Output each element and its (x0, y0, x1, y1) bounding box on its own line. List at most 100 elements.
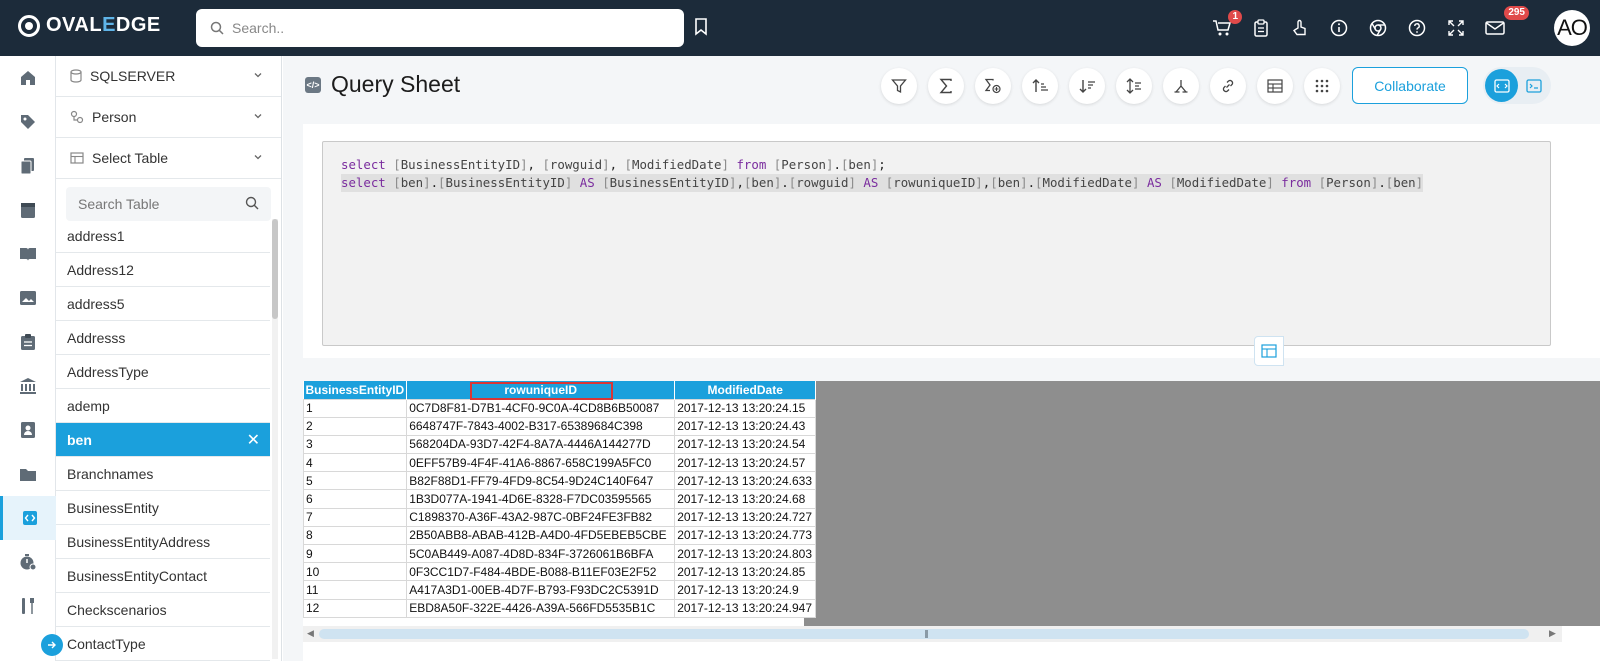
table-list-item[interactable]: Address12 (56, 253, 270, 287)
table-cell[interactable]: A417A3D1-00EB-4D7F-B793-F93DC2C5391D (406, 580, 676, 600)
sort-button[interactable] (1116, 68, 1152, 104)
table-cell[interactable]: 12 (302, 598, 408, 618)
table-row[interactable]: 1 0C7D8F81-D7B1-4CF0-9C0A-4CD8B6B50087 201… (302, 398, 817, 418)
table-search-input[interactable] (78, 196, 238, 212)
nav-folders[interactable] (0, 452, 56, 496)
join-button[interactable] (1163, 68, 1199, 104)
table-cell[interactable]: 2017-12-13 13:20:24.803 (674, 543, 817, 564)
table-list-item[interactable]: Addresss (56, 321, 270, 355)
results-horizontal-scrollbar[interactable]: ◀ ▶ (303, 626, 1562, 642)
table-cell[interactable]: 4 (302, 453, 408, 473)
nav-admin[interactable] (0, 584, 56, 628)
table-list-item[interactable]: BusinessEntityContact (56, 559, 270, 593)
table-list-item[interactable]: ContactType (56, 627, 270, 661)
table-cell[interactable]: EBD8A50F-322E-4426-A39A-566FD5535B1C (406, 598, 676, 618)
table-row[interactable]: 11 A417A3D1-00EB-4D7F-B793-F93DC2C5391D 20… (302, 580, 817, 600)
link-button[interactable] (1210, 68, 1246, 104)
info-button[interactable] (1323, 12, 1355, 44)
editor-view-toggle[interactable] (1485, 69, 1518, 102)
sort-desc-button[interactable] (1069, 68, 1105, 104)
console-view-toggle[interactable] (1517, 69, 1550, 102)
table-cell[interactable]: 8 (302, 525, 408, 546)
fullscreen-button[interactable] (1440, 12, 1472, 44)
table-row[interactable]: 6 1B3D077A-1941-4D6E-8328-F7DC03595565 201… (302, 489, 817, 509)
table-row[interactable]: 7 C1898370-A36F-43A2-987C-0BF24FE3FB82 201… (302, 507, 817, 527)
table-cell[interactable]: 2017-12-13 13:20:24.15 (674, 398, 817, 418)
more-options-button[interactable] (1304, 68, 1340, 104)
sql-editor[interactable]: select [BusinessEntityID], [rowguid], [M… (322, 141, 1551, 346)
table-cell[interactable]: 3 (302, 434, 408, 455)
nav-reports[interactable] (0, 276, 56, 320)
table-search[interactable] (66, 187, 271, 221)
help-button[interactable] (1401, 12, 1433, 44)
scroll-left-icon[interactable]: ◀ (307, 628, 314, 639)
table-cell[interactable]: 2017-12-13 13:20:24.773 (674, 525, 817, 546)
table-row[interactable]: 5 B82F88D1-FF79-4FD9-8C54-9D24C140F647 201… (302, 471, 817, 491)
table-view-button[interactable] (1257, 68, 1293, 104)
table-cell[interactable]: 6 (302, 489, 408, 509)
table-cell[interactable]: C1898370-A36F-43A2-987C-0BF24FE3FB82 (406, 507, 676, 527)
table-list-scrollbar[interactable] (272, 219, 278, 659)
table-list-item[interactable]: Branchnames (56, 457, 270, 491)
table-list-item[interactable]: BusinessEntityAddress (56, 525, 270, 559)
table-cell[interactable]: 7 (302, 507, 408, 527)
table-cell[interactable]: 2017-12-13 13:20:24.54 (674, 434, 817, 455)
table-row[interactable]: 8 2B50ABB8-ABAB-412B-A4D0-4FD5EBEB5CBE 201… (302, 525, 817, 546)
table-cell[interactable]: 2 (302, 416, 408, 436)
column-header[interactable]: ModifiedDate (674, 381, 817, 399)
table-cell[interactable]: 10 (302, 562, 408, 582)
formula-button[interactable] (975, 68, 1011, 104)
schema-dropdown[interactable]: Person (56, 97, 281, 138)
nav-contacts[interactable] (0, 408, 56, 452)
table-cell[interactable]: 11 (302, 580, 408, 600)
cart-button[interactable]: 1 (1206, 10, 1242, 44)
table-cell[interactable]: 6648747F-7843-4002-B317-65389684C398 (406, 416, 676, 436)
sort-asc-button[interactable] (1022, 68, 1058, 104)
table-cell[interactable]: 0EFF57B9-4F4F-41A6-8867-658C199A5FC0 (406, 453, 676, 473)
bookmark-icon[interactable] (694, 18, 708, 36)
nav-database[interactable] (0, 188, 56, 232)
nav-home[interactable] (0, 56, 56, 100)
table-cell[interactable]: 0C7D8F81-D7B1-4CF0-9C0A-4CD8B6B50087 (406, 398, 676, 418)
table-dropdown[interactable]: Select Table (56, 138, 281, 179)
column-panel-tab[interactable] (1254, 336, 1284, 366)
nav-catalog[interactable] (0, 232, 56, 276)
table-row[interactable]: 10 0F3CC1D7-F484-4BDE-B088-B11EF03E2F52 20… (302, 562, 817, 582)
nav-tasks[interactable] (0, 320, 56, 364)
avatar[interactable]: AO (1554, 10, 1590, 46)
table-row[interactable]: 12 EBD8A50F-322E-4426-A39A-566FD5535B1C 20… (302, 598, 817, 618)
table-cell[interactable]: 2017-12-13 13:20:24.727 (674, 507, 817, 527)
table-list-item[interactable]: address1 (56, 219, 270, 253)
nav-documents[interactable] (0, 144, 56, 188)
touch-button[interactable] (1284, 12, 1316, 44)
nav-tags[interactable] (0, 100, 56, 144)
table-row[interactable]: 4 0EFF57B9-4F4F-41A6-8867-658C199A5FC0 201… (302, 453, 817, 473)
global-search[interactable] (196, 9, 684, 47)
table-cell[interactable]: 2017-12-13 13:20:24.43 (674, 416, 817, 436)
tasks-button[interactable] (1245, 12, 1277, 44)
table-list-item[interactable]: AddressType (56, 355, 270, 389)
aggregate-button[interactable] (928, 68, 964, 104)
filter-button[interactable] (881, 68, 917, 104)
table-list-item[interactable]: Checkscenarios (56, 593, 270, 627)
chrome-button[interactable] (1362, 12, 1394, 44)
nav-query-sheet[interactable] (0, 496, 56, 540)
table-cell[interactable]: 9 (302, 543, 408, 564)
nav-governance[interactable] (0, 364, 56, 408)
table-row[interactable]: 2 6648747F-7843-4002-B317-65389684C398 201… (302, 416, 817, 436)
nav-jobs[interactable] (0, 540, 56, 584)
logo[interactable]: OVALEDGE (18, 14, 161, 37)
table-cell[interactable]: 1 (302, 398, 408, 418)
table-cell[interactable]: 2017-12-13 13:20:24.633 (674, 471, 817, 491)
connection-dropdown[interactable]: SQLSERVER (56, 56, 281, 97)
table-list-item[interactable]: BusinessEntity (56, 491, 270, 525)
table-cell[interactable]: 568204DA-93D7-42F4-8A7A-4446A144277D (406, 434, 676, 455)
table-cell[interactable]: 1B3D077A-1941-4D6E-8328-F7DC03595565 (406, 489, 676, 509)
table-cell[interactable]: 2017-12-13 13:20:24.947 (674, 598, 817, 618)
expand-sidebar-button[interactable] (41, 634, 63, 656)
table-cell[interactable]: 2017-12-13 13:20:24.9 (674, 580, 817, 600)
table-row[interactable]: 9 5C0AB449-A087-4D8D-834F-3726061B6BFA 201… (302, 543, 817, 564)
global-search-input[interactable] (232, 20, 652, 36)
collaborate-button[interactable]: Collaborate (1352, 67, 1468, 104)
table-cell[interactable]: 0F3CC1D7-F484-4BDE-B088-B11EF03E2F52 (406, 562, 676, 582)
